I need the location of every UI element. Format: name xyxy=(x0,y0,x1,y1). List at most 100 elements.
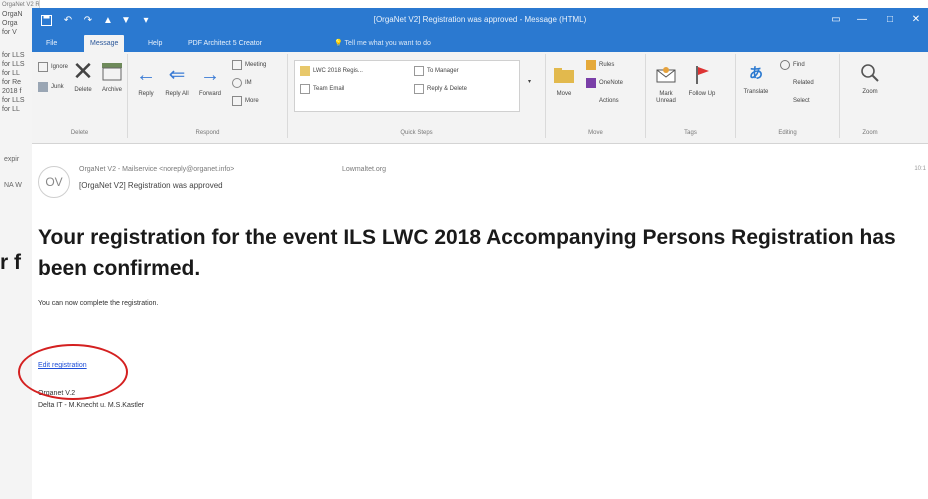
delete-button[interactable]: ✕ Delete xyxy=(70,58,96,94)
quick-step-label: Team Email xyxy=(313,86,345,92)
reply-delete-icon xyxy=(414,84,424,94)
reply-all-button[interactable]: ⇐ Reply All xyxy=(162,62,192,98)
message-header: OV OrgaNet V2 - Mailservice <noreply@org… xyxy=(32,144,928,214)
reply-icon: ← xyxy=(136,63,156,86)
actions-button[interactable]: Actions xyxy=(586,96,619,106)
tell-me-search[interactable]: 💡 Tell me what you want to do xyxy=(334,35,431,52)
translate-icon: あ xyxy=(749,64,763,81)
title-bar: ↶ ↷ ▲ ▼ ▾ [OrgaNet V2] Registration was … xyxy=(32,8,928,32)
mark-unread-label: Mark Unread xyxy=(656,91,676,104)
reply-all-label: Reply All xyxy=(165,91,189,97)
onenote-label: OneNote xyxy=(599,80,624,86)
tab-pdf-architect[interactable]: PDF Architect 5 Creator xyxy=(182,35,268,52)
background-cut-heading: r f xyxy=(0,251,21,274)
message-subject: [OrgaNet V2] Registration was approved xyxy=(79,181,223,190)
reply-label: Reply xyxy=(138,91,154,97)
search-icon xyxy=(780,60,790,70)
rules-button[interactable]: Rules xyxy=(586,60,614,70)
ignore-icon xyxy=(38,62,48,72)
ribbon-group-respond: ← Reply ⇐ Reply All → Forward Meeting IM… xyxy=(128,54,288,138)
junk-icon xyxy=(38,82,48,92)
rules-label: Rules xyxy=(599,62,615,68)
rules-icon xyxy=(586,60,596,70)
folder-icon xyxy=(300,66,310,76)
follow-up-button[interactable]: Follow Up xyxy=(686,62,718,98)
annotation-circle xyxy=(18,344,128,400)
tab-help[interactable]: Help xyxy=(142,35,168,52)
chevron-down-icon: ▾ xyxy=(528,79,532,85)
follow-up-label: Follow Up xyxy=(688,91,716,97)
confirmation-heading: Your registration for the event ILS LWC … xyxy=(38,226,896,280)
move-button[interactable]: Move xyxy=(550,62,578,98)
im-icon xyxy=(232,78,242,88)
tell-me-label: Tell me what you want to do xyxy=(344,40,431,47)
quick-step-team-email[interactable]: Team Email xyxy=(300,84,344,94)
close-icon[interactable]: ✕ xyxy=(904,8,928,32)
reply-button[interactable]: ← Reply xyxy=(132,62,160,98)
forward-label: Forward xyxy=(198,91,221,97)
ribbon: Ignore Junk ✕ Delete Archive Delete ← Re… xyxy=(32,52,928,144)
tab-file[interactable]: File xyxy=(40,35,63,52)
message-window: ↶ ↷ ▲ ▼ ▾ [OrgaNet V2] Registration was … xyxy=(18,8,928,499)
select-icon xyxy=(780,96,790,106)
archive-button[interactable]: Archive xyxy=(98,58,126,94)
envelope-icon xyxy=(653,62,679,88)
meeting-icon xyxy=(232,60,242,70)
archive-icon xyxy=(99,58,125,84)
related-icon xyxy=(780,78,790,88)
zoom-label: Zoom xyxy=(862,89,878,95)
translate-label: Translate xyxy=(743,89,769,95)
group-label-zoom: Zoom xyxy=(862,130,878,136)
ribbon-display-options-icon[interactable]: ▭ xyxy=(824,8,848,32)
mark-unread-button[interactable]: Mark Unread xyxy=(650,62,682,105)
maximize-icon[interactable]: □ xyxy=(878,8,902,32)
ribbon-group-move: Move Rules OneNote Actions Move xyxy=(546,54,646,138)
flag-icon xyxy=(689,62,715,88)
screenshot-root: OrgaNet V2 Registration was approved Org… xyxy=(0,0,928,499)
meeting-button[interactable]: Meeting xyxy=(232,60,266,70)
related-label: Related xyxy=(793,80,814,86)
group-label-quick-steps: Quick Steps xyxy=(400,130,433,136)
group-label-move: Move xyxy=(588,130,603,136)
quick-step-label: Reply & Delete xyxy=(427,86,468,92)
quick-step-lwc-2018[interactable]: LWC 2018 Regis... xyxy=(300,66,363,76)
quick-step-reply-delete[interactable]: Reply & Delete xyxy=(414,84,467,94)
window-title: [OrgaNet V2] Registration was approved -… xyxy=(373,15,587,24)
select-button[interactable]: Select xyxy=(780,96,810,106)
forward-button[interactable]: → Forward xyxy=(194,62,226,98)
group-label-editing: Editing xyxy=(778,130,797,136)
ribbon-group-delete: Ignore Junk ✕ Delete Archive Delete xyxy=(32,54,128,138)
ribbon-group-tags: Mark Unread Follow Up Tags xyxy=(646,54,736,138)
find-label: Find xyxy=(793,62,805,68)
message-body: Your registration for the event ILS LWC … xyxy=(18,214,928,499)
translate-button[interactable]: あ Translate xyxy=(740,60,772,96)
body-paragraph: You can now complete the registration. xyxy=(38,300,159,307)
more-respond-button[interactable]: More xyxy=(232,96,259,106)
zoom-button[interactable]: Zoom xyxy=(854,60,886,96)
sender[interactable]: OrgaNet V2 - Mailservice <noreply@organe… xyxy=(79,166,234,173)
avatar[interactable]: OV xyxy=(38,166,70,198)
quick-steps-scroll[interactable]: ▾ xyxy=(528,78,531,85)
archive-label: Archive xyxy=(101,87,122,93)
im-button[interactable]: IM xyxy=(232,78,252,88)
ribbon-group-zoom: Zoom Zoom xyxy=(840,54,900,138)
tab-message[interactable]: Message xyxy=(84,35,125,52)
arrow-icon xyxy=(414,66,424,76)
more-icon xyxy=(232,96,242,106)
reply-all-icon: ⇐ xyxy=(168,63,186,86)
meeting-label: Meeting xyxy=(245,62,267,68)
junk-button[interactable]: Junk xyxy=(38,82,64,92)
junk-label: Junk xyxy=(51,84,64,90)
related-button[interactable]: Related xyxy=(780,78,814,88)
find-button[interactable]: Find xyxy=(780,60,805,70)
ignore-label: Ignore xyxy=(51,64,69,70)
lightbulb-icon: 💡 xyxy=(334,40,343,47)
group-label-respond: Respond xyxy=(195,130,220,136)
onenote-button[interactable]: OneNote xyxy=(586,78,623,88)
minimize-icon[interactable]: — xyxy=(850,8,874,32)
team-icon xyxy=(300,84,310,94)
recipient[interactable]: Lowmaltet.org xyxy=(342,166,386,173)
quick-step-to-manager[interactable]: To Manager xyxy=(414,66,459,76)
delete-icon: ✕ xyxy=(72,55,94,86)
ignore-button[interactable]: Ignore xyxy=(38,62,68,72)
